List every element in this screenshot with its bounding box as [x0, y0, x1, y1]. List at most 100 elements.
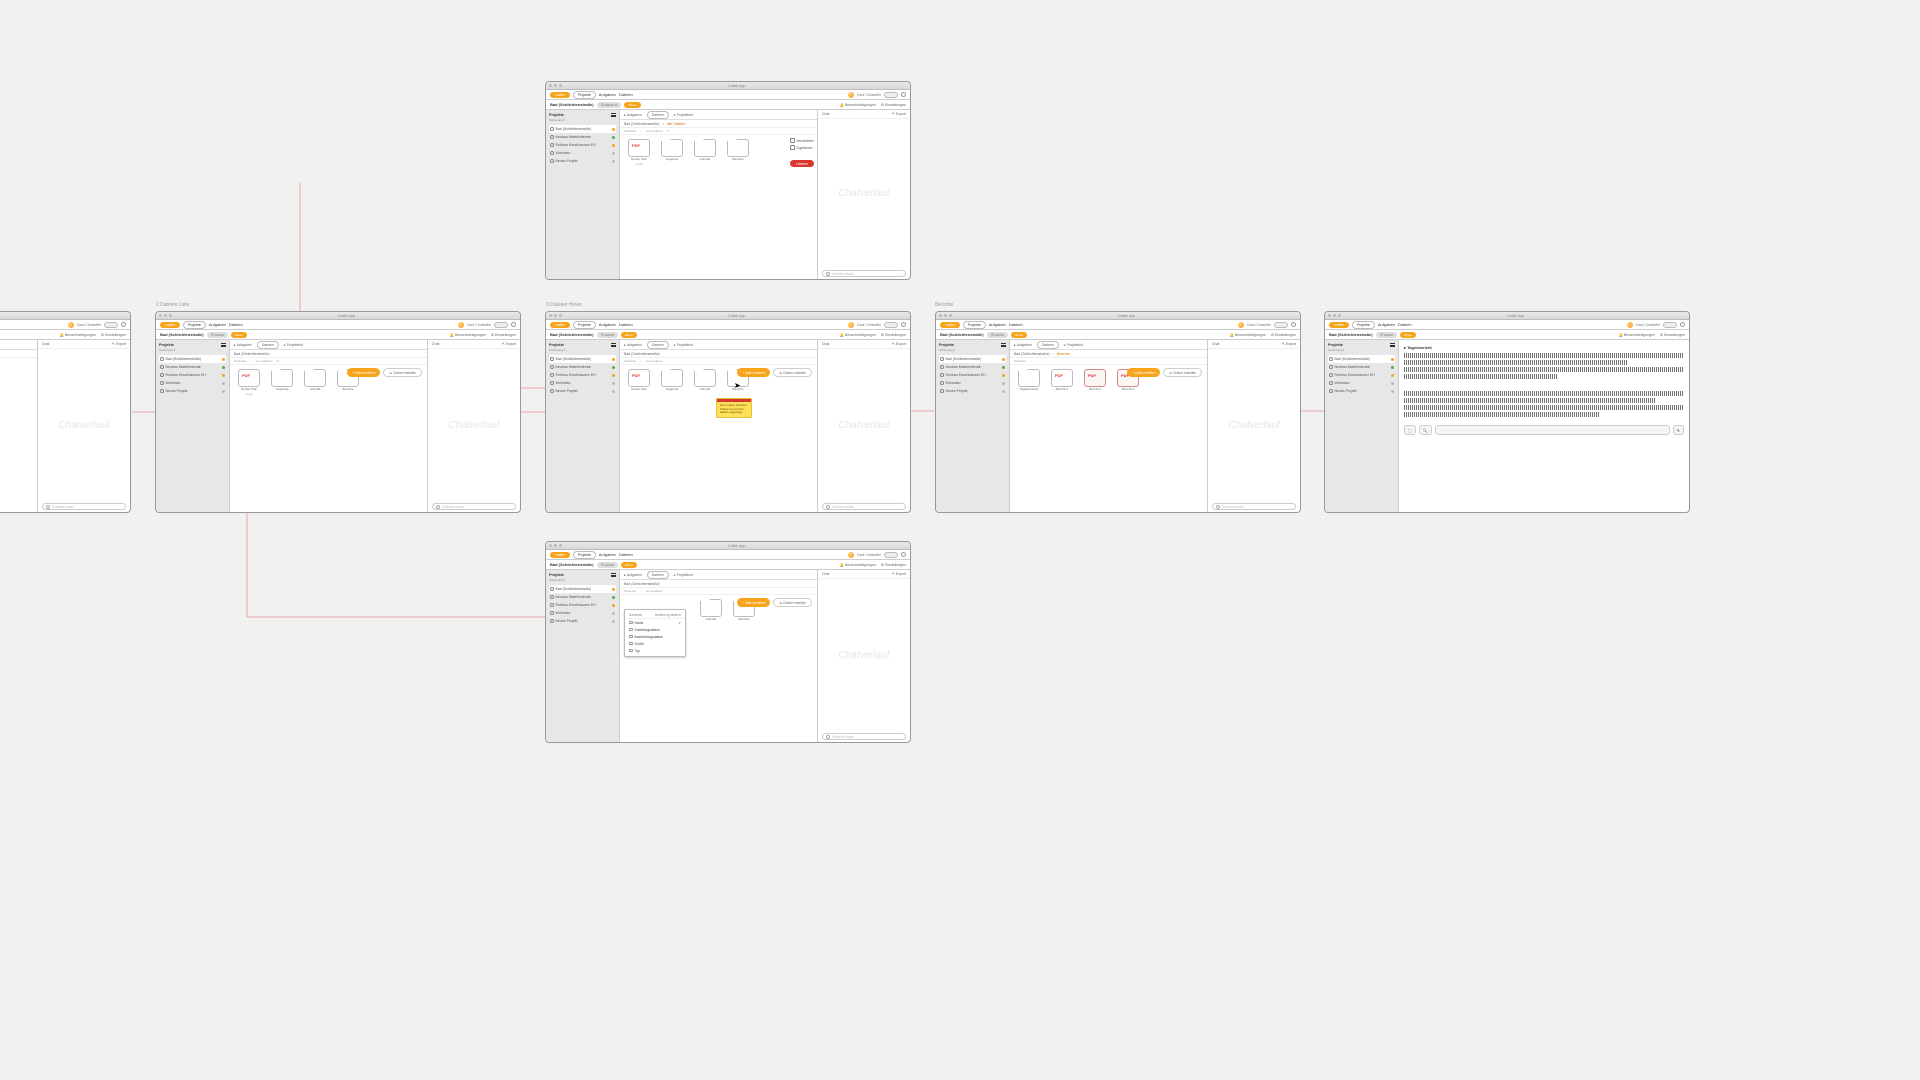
file-item-pdf[interactable]: PDFBericht-1	[1049, 369, 1075, 391]
sidebar-item[interactable]: Neubau Maierlindenstr.	[159, 363, 226, 371]
tab-dateien[interactable]: Dateien	[257, 341, 279, 349]
page-title: Bad (Schlichtenstraße)	[550, 102, 594, 107]
file-item-folder[interactable]: Aufmaß	[698, 599, 724, 621]
artboard-label: 3 Dateien Hover	[546, 302, 582, 308]
chat-input[interactable]: Schreibe etwas	[822, 270, 906, 277]
sort-option[interactable]: Erstellungsdatum	[625, 626, 685, 633]
sidebar-sort[interactable]: Sortierung ▾	[549, 118, 616, 122]
logo-pill[interactable]: crafter	[550, 92, 570, 98]
notifications-link[interactable]: Benachrichtigungen	[450, 333, 486, 337]
file-grid: PDFGrober PlanAngel Angebote Aufmaß Beri…	[620, 135, 817, 279]
hamburger-icon[interactable]	[221, 343, 226, 347]
file-item-pdf[interactable]: PDFGrober PlanAngel	[236, 369, 262, 396]
file-item-folder[interactable]: Angebote	[659, 369, 685, 391]
doc-text-line	[1404, 398, 1656, 403]
doc-text-line	[1404, 360, 1628, 365]
sidebar-item[interactable]: Neues Projekt	[549, 157, 616, 165]
doc-text-line	[1404, 374, 1558, 379]
settings-link[interactable]: Einstellungen	[881, 103, 906, 107]
tab-dateien[interactable]: Dateien	[647, 111, 669, 119]
file-item-folder[interactable]: Berichte	[725, 139, 751, 161]
sort-option[interactable]: Größe	[625, 640, 685, 647]
sidebar-item[interactable]: Rohbau Kirschhausen EH	[159, 371, 226, 379]
logo-pill[interactable]: crafter	[160, 322, 180, 328]
sidebar-item[interactable]: Wohnbau	[549, 149, 616, 157]
chat-input[interactable]: Schreibe etwas	[822, 503, 906, 510]
tab-aufgaben[interactable]: ▸ Aufgaben	[234, 343, 252, 347]
file-item-pdf[interactable]: PDFGrober Plan	[626, 369, 652, 391]
tab-aufgaben[interactable]: ▸ Aufgaben	[624, 113, 642, 117]
chat-column: ChatExport Chatverlauf Schreibe etwas	[818, 110, 910, 279]
chat-export[interactable]: Export	[502, 342, 516, 346]
sort-option[interactable]: Typ	[625, 647, 685, 654]
file-item-folder[interactable]: Aufmaß	[692, 369, 718, 391]
file-item-folder[interactable]: Tagesberichte	[1016, 369, 1042, 391]
search-icon[interactable]	[901, 92, 906, 97]
chat-input[interactable]: Schreibe etwas	[822, 733, 906, 740]
upload-button[interactable]: + Datei erstellen	[1127, 368, 1160, 377]
file-item-pdf[interactable]: PDFGrober PlanAngel	[626, 139, 652, 166]
document-viewer: ▸ Tagesbericht ⬚ 🔍 ✎	[1399, 340, 1689, 512]
doc-tool-search[interactable]: 🔍	[1419, 425, 1432, 435]
chat-input[interactable]: Schreibe etwas	[1212, 503, 1296, 510]
file-item-folder[interactable]: Aufmaß	[302, 369, 328, 391]
nav-dateien[interactable]: Dateien	[619, 92, 633, 97]
sidebar-heading: Projekte	[549, 113, 564, 117]
theme-toggle[interactable]	[494, 322, 508, 328]
sidebar-item[interactable]: Bad (Schlichtenstraße)	[549, 125, 616, 133]
open-button[interactable]: öffnen	[231, 332, 247, 338]
avatar[interactable]	[848, 92, 854, 98]
upload-button[interactable]: + Datei erstellen	[347, 368, 380, 377]
breadcrumb: Bad (Schlichtenstraße)›alle Dateien	[620, 120, 817, 128]
upload-button[interactable]: + Datei erstellen	[737, 368, 770, 377]
nav-aufgaben[interactable]: Aufgaben	[209, 322, 226, 327]
action-duplicate[interactable]: Duplizieren	[790, 145, 814, 150]
sort-option[interactable]: Name	[625, 619, 685, 626]
newfolder-button[interactable]: ⊕ Ordner erstellen	[773, 598, 812, 607]
nav-aufgaben[interactable]: Aufgaben	[599, 92, 616, 97]
main-panel: ▸ Aufgaben Dateien ▸ Projektinfo Bad (Sc…	[620, 110, 818, 279]
sort-dropdown: SortierenSortierung ändern Name Erstellu…	[624, 609, 686, 657]
file-item-folder[interactable]: Aufmaß	[692, 139, 718, 161]
chat-export[interactable]: Export	[892, 112, 906, 116]
newfolder-button[interactable]: ⊕ Ordner erstellen	[383, 368, 422, 377]
sidebar-item[interactable]: Rohbau Kirschhausen EH	[549, 141, 616, 149]
sidebar-item[interactable]: Wohnbau	[159, 379, 226, 387]
sidebar-item[interactable]: Neubau Maierlindenstr.	[549, 133, 616, 141]
artboard-sortmenu: Crafter App crafterProjekteAufgabenDatei…	[545, 541, 911, 743]
nav-dateien[interactable]: Dateien	[229, 322, 243, 327]
sidebar-item[interactable]: Bad (Schlichtenstraße)	[159, 355, 226, 363]
sort-option[interactable]: Bearbeitungsdatum	[625, 633, 685, 640]
tab-projektinfo[interactable]: ▸ Projektinfo	[284, 343, 303, 347]
artboard-label: Berichte	[935, 302, 953, 308]
doc-text-line	[1404, 405, 1684, 410]
action-move[interactable]: Verschieben	[790, 138, 814, 143]
open-button[interactable]: öffnen	[624, 102, 640, 108]
nav-projekte[interactable]: Projekte	[183, 321, 206, 329]
hamburger-icon[interactable]	[611, 113, 616, 117]
chat-input[interactable]: Schreibe etwas	[432, 503, 516, 510]
search-icon[interactable]	[511, 322, 516, 327]
nav-projekte[interactable]: Projekte	[573, 91, 596, 99]
action-delete[interactable]: Löschen	[790, 160, 814, 167]
doc-tool-edit[interactable]: ✎	[1673, 425, 1684, 435]
search-icon	[826, 272, 830, 276]
doc-text-line	[1404, 353, 1684, 358]
doc-text-line	[1404, 391, 1684, 396]
artboard-partial-left: Crafter App crafterProjekteAufgabenDatei…	[0, 311, 131, 513]
file-item-folder[interactable]: Angebote	[659, 139, 685, 161]
newfolder-button[interactable]: ⊕ Ordner erstellen	[773, 368, 812, 377]
file-item-pdf[interactable]: PDFBericht-2	[1082, 369, 1108, 391]
settings-link[interactable]: Einstellungen	[491, 333, 516, 337]
file-item-folder[interactable]: Angebote	[269, 369, 295, 391]
tab-projektinfo[interactable]: ▸ Projektinfo	[674, 113, 693, 117]
newfolder-button[interactable]: ⊕ Ordner erstellen	[1163, 368, 1202, 377]
notifications-link[interactable]: Benachrichtigungen	[840, 103, 876, 107]
sidebar-item[interactable]: Neues Projekt	[159, 387, 226, 395]
artboard-label: 2 Dateien Liste	[156, 302, 189, 308]
avatar[interactable]	[458, 322, 464, 328]
sidebar: Projekte Sortierung ▾ Bad (Schlichtenstr…	[546, 110, 620, 279]
theme-toggle[interactable]	[884, 92, 898, 98]
doc-tool-1[interactable]: ⬚	[1404, 425, 1416, 435]
upload-button[interactable]: + Datei erstellen	[737, 598, 770, 607]
